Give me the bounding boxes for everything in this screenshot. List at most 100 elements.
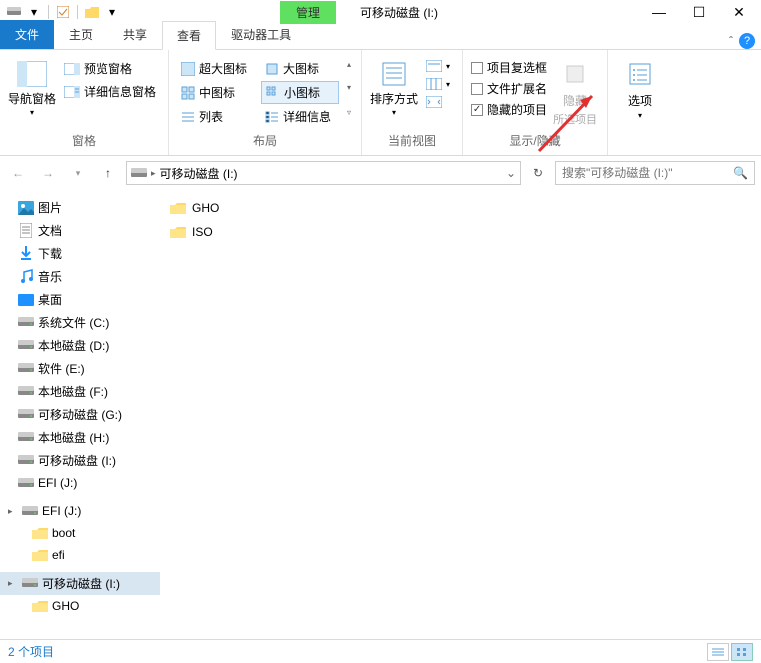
documents-icon [18,223,34,239]
tree-item[interactable]: boot [0,522,160,544]
tree-item[interactable]: 可移动磁盘 (I:) [0,449,160,472]
tab-view[interactable]: 查看 [162,21,216,50]
drive-icon [18,338,34,354]
file-extensions-toggle[interactable]: 文件扩展名 [471,79,547,98]
preview-pane-button[interactable]: 预览窗格 [60,58,160,79]
add-columns-button[interactable]: ▾ [422,76,454,92]
tree-item[interactable]: efi [0,544,160,566]
status-bar: 2 个项目 [0,639,761,663]
forward-button[interactable]: → [36,161,60,185]
large-icons-button[interactable]: 大图标 [261,58,339,79]
folder-icon [32,525,48,541]
folder-icon [170,224,186,240]
navigation-pane-button[interactable]: 导航窗格 ▾ [8,54,56,117]
ribbon-group-options: 选项 ▾ [608,50,672,155]
chevron-down-icon: ▾ [638,111,642,120]
tree-item-label: GHO [52,599,79,613]
search-icon[interactable]: 🔍 [733,166,748,180]
sort-by-button[interactable]: 排序方式 ▾ [370,54,418,117]
minimize-button[interactable]: — [639,0,679,24]
folder-icon[interactable] [84,4,100,20]
back-button[interactable]: ← [6,161,30,185]
group-by-button[interactable]: ▾ [422,58,454,74]
tree-item-label: 系统文件 (C:) [38,314,109,331]
tree-item[interactable]: 下载 [0,242,160,265]
window-controls: — ☐ ✕ [639,0,759,24]
tab-drive-tools[interactable]: 驱动器工具 [216,20,306,49]
tree-item[interactable]: GHO [0,595,160,617]
details-view-button[interactable]: 详细信息 [261,106,339,127]
tree-item[interactable]: 音乐 [0,265,160,288]
breadcrumb-current[interactable]: 可移动磁盘 (I:) [160,165,502,182]
folder-icon [170,200,186,216]
content-area: 图片文档下载音乐桌面系统文件 (C:) 本地磁盘 (D:) 软件 (E:) 本地磁盘 … [0,190,761,639]
tree-item-label: 桌面 [38,291,62,308]
address-bar[interactable]: ▸ 可移动磁盘 (I:) ⌄ [126,161,521,185]
drive-icon [18,430,34,446]
properties-icon[interactable] [55,4,71,20]
file-list[interactable]: GHO ISO [160,190,761,639]
up-button[interactable]: ↑ [96,161,120,185]
tree-item-label: 软件 (E:) [38,360,85,377]
help-icon[interactable]: ? [739,33,755,49]
tree-item[interactable]: 文档 [0,219,160,242]
options-icon [624,58,656,90]
options-button[interactable]: 选项 ▾ [616,54,664,120]
breadcrumb-separator[interactable]: ▸ [151,168,156,179]
icons-view-toggle[interactable] [731,643,753,661]
refresh-button[interactable]: ↻ [527,161,549,185]
medium-icons-button[interactable]: 中图标 [177,81,255,104]
tree-item[interactable]: EFI (J:) [0,472,160,494]
more-icon[interactable]: ▿ [347,108,351,117]
scroll-up-icon[interactable]: ▴ [347,60,351,69]
drive-icon [18,315,34,331]
drive-icon [22,576,38,592]
tree-item[interactable]: 系统文件 (C:) [0,311,160,334]
hide-selected-button[interactable]: 隐藏 所选项目 [551,54,599,127]
tree-item-label: 可移动磁盘 (I:) [38,452,116,469]
desktop-icon [18,292,34,308]
close-button[interactable]: ✕ [719,0,759,24]
navigation-tree[interactable]: 图片文档下载音乐桌面系统文件 (C:) 本地磁盘 (D:) 软件 (E:) 本地磁盘 … [0,190,160,639]
search-input[interactable] [562,166,733,180]
file-item[interactable]: GHO [168,198,753,218]
tree-item[interactable]: ▸可移动磁盘 (I:) [0,572,160,595]
tree-item-label: 下载 [38,245,62,262]
address-dropdown-icon[interactable]: ⌄ [506,166,516,180]
hidden-items-toggle[interactable]: 隐藏的项目 [471,100,547,119]
file-item[interactable]: ISO [168,222,753,242]
file-name: GHO [192,201,219,215]
recent-locations-button[interactable]: ▾ [66,161,90,185]
extra-large-icons-button[interactable]: 超大图标 [177,58,255,79]
tree-item[interactable]: 可移动磁盘 (G:) [0,403,160,426]
tree-item-label: 图片 [38,199,62,216]
quick-access-toolbar: ▾ ▾ [2,4,120,20]
separator [48,5,49,19]
tab-share[interactable]: 共享 [108,20,162,49]
maximize-button[interactable]: ☐ [679,0,719,24]
tree-item[interactable]: 软件 (E:) [0,357,160,380]
folder-icon [32,547,48,563]
tree-item[interactable]: ▸EFI (J:) [0,500,160,522]
tab-file[interactable]: 文件 [0,20,54,49]
size-columns-button[interactable] [422,94,454,110]
qat-dropdown-icon[interactable]: ▾ [26,4,42,20]
tree-item[interactable]: 本地磁盘 (F:) [0,380,160,403]
qat-dropdown-icon[interactable]: ▾ [104,4,120,20]
tree-item-label: efi [52,548,65,562]
tree-item[interactable]: 图片 [0,196,160,219]
details-pane-button[interactable]: 详细信息窗格 [60,81,160,102]
tab-home[interactable]: 主页 [54,20,108,49]
item-checkboxes-toggle[interactable]: 项目复选框 [471,58,547,77]
small-icons-button[interactable]: 小图标 [261,81,339,104]
ribbon-group-show-hide: 项目复选框 文件扩展名 隐藏的项目 隐藏 所选项目 显示/隐藏 [463,50,608,155]
details-view-toggle[interactable] [707,643,729,661]
collapse-ribbon-icon[interactable]: ˆ [729,34,733,48]
tree-item[interactable]: 桌面 [0,288,160,311]
tree-item[interactable]: 本地磁盘 (D:) [0,334,160,357]
tree-item[interactable]: 本地磁盘 (H:) [0,426,160,449]
scroll-down-icon[interactable]: ▾ [347,83,351,92]
search-box[interactable]: 🔍 [555,161,755,185]
list-view-button[interactable]: 列表 [177,106,255,127]
navigation-pane-icon [16,58,48,90]
